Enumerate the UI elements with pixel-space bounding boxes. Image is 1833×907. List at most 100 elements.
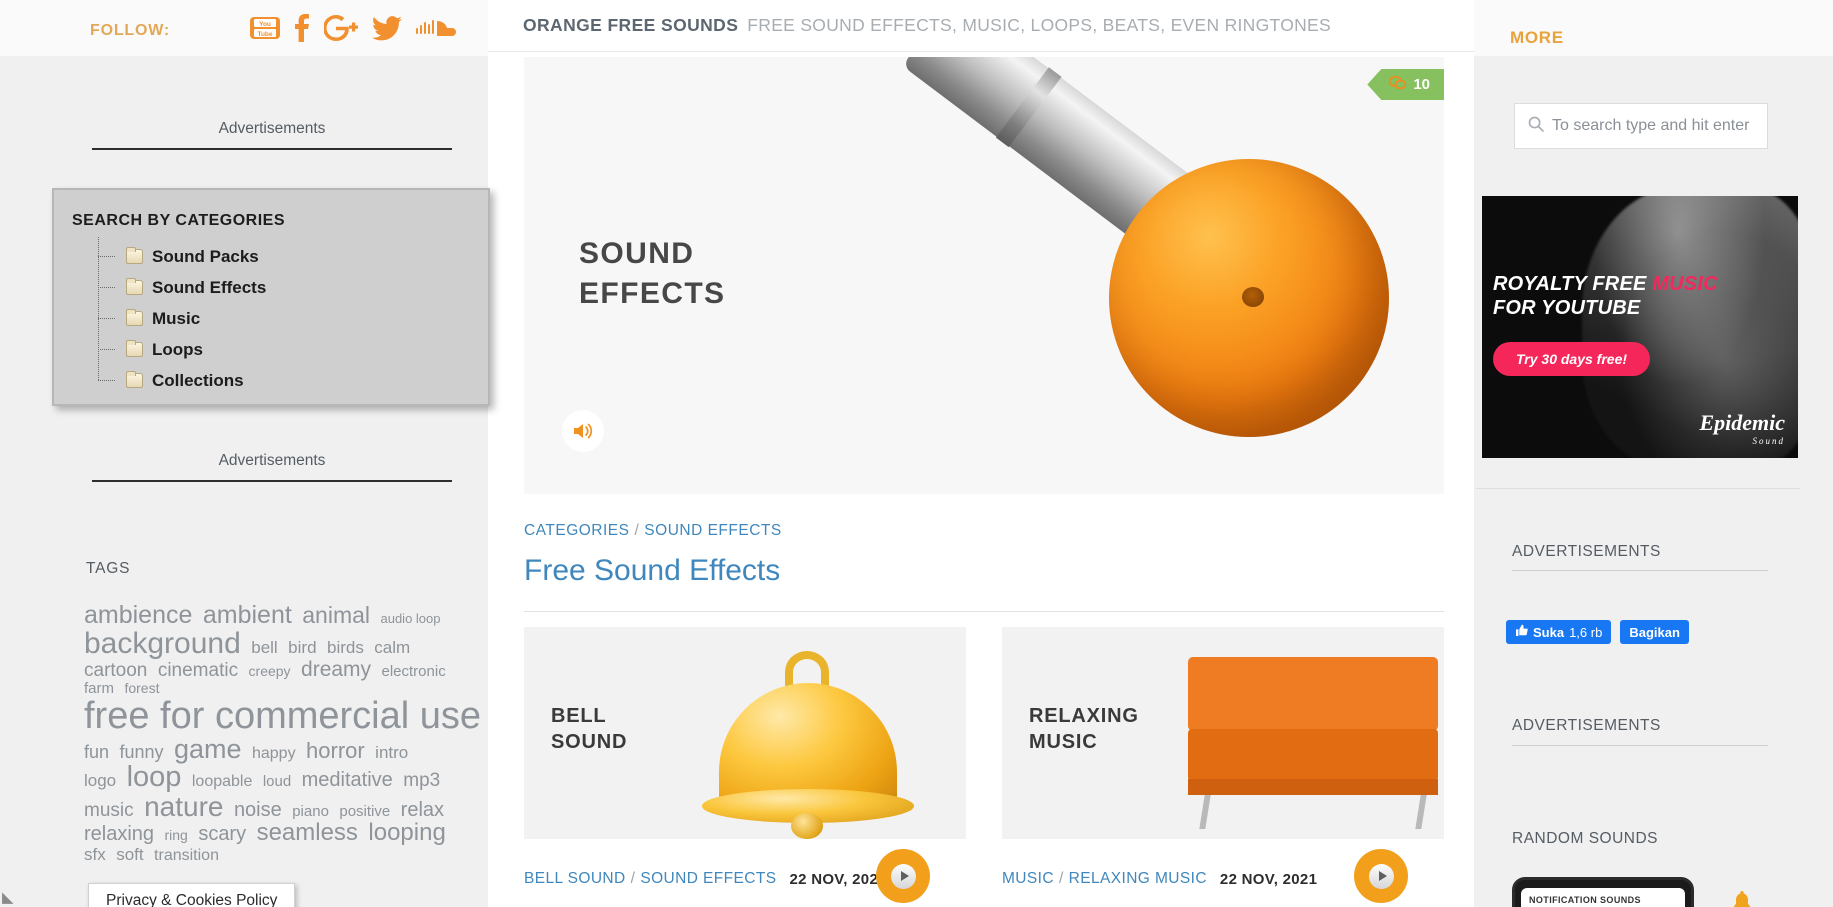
thumbnail-caption: RELAXING MUSIC [1029, 705, 1139, 753]
tag-link[interactable]: nature [144, 791, 223, 822]
random-sound-thumbnail[interactable]: NOTIFICATION SOUNDS [1512, 877, 1694, 907]
tag-link[interactable]: meditative [302, 769, 393, 791]
category-item-loops[interactable]: Loops [98, 334, 488, 365]
category-item-music[interactable]: Music [98, 303, 488, 334]
facebook-like-count: 1,6 rb [1569, 624, 1603, 640]
tag-link[interactable]: transition [154, 847, 219, 864]
tag-link[interactable]: looping [368, 819, 445, 846]
tag-link[interactable]: electronic [382, 663, 446, 680]
card-date: 22 NOV, 2021 [789, 870, 887, 888]
card-thumbnail[interactable]: BELL SOUND [524, 627, 966, 839]
tag-link[interactable]: cartoon [84, 660, 147, 681]
tag-link[interactable]: audio loop [380, 611, 440, 626]
category-label: Collections [152, 370, 244, 390]
tag-link[interactable]: animal [302, 602, 370, 628]
tag-link[interactable]: ambience [84, 601, 192, 629]
card-relaxing-music: RELAXING MUSIC MUSIC / RELAXING MUSIC 22 N… [1002, 627, 1444, 905]
epidemic-sound-ad[interactable]: ROYALTY FREE MUSIC FOR YOUTUBE Try 30 da… [1482, 196, 1798, 458]
category-item-sound-effects[interactable]: Sound Effects [98, 272, 488, 303]
tag-link[interactable]: funny [119, 742, 163, 762]
card-date: 22 NOV, 2021 [1219, 870, 1318, 888]
twitter-icon[interactable] [372, 15, 402, 45]
tag-link[interactable]: soft [116, 845, 143, 864]
tag-link[interactable]: relax [401, 799, 444, 821]
facebook-like-button[interactable]: Suka 1,6 rb [1506, 620, 1612, 644]
category-label: Music [152, 308, 201, 328]
tag-link[interactable]: background [84, 627, 241, 660]
page-title: Free Sound Effects [524, 554, 781, 587]
tag-link[interactable]: seamless [257, 819, 358, 846]
tag-link[interactable]: logo [84, 771, 116, 790]
search-by-categories-panel: SEARCH BY CATEGORIES Sound Packs Sound E… [52, 188, 490, 406]
breadcrumb-sound-effects[interactable]: SOUND EFFECTS [644, 522, 781, 539]
tag-link[interactable]: free for commercial use [84, 695, 481, 737]
facebook-share-button[interactable]: Bagikan [1620, 620, 1689, 644]
search-box[interactable] [1514, 103, 1768, 149]
ad-brand-logo: Epidemic Sound [1699, 410, 1785, 446]
bell-icon [1732, 890, 1752, 907]
googleplus-icon[interactable] [323, 15, 358, 45]
ad-cta-button[interactable]: Try 30 days free! [1493, 342, 1651, 376]
tag-link[interactable]: cinematic [158, 660, 238, 681]
tag-link[interactable]: game [174, 734, 242, 764]
category-item-collections[interactable]: Collections [98, 365, 488, 396]
tag-link[interactable]: intro [375, 743, 408, 762]
card-link-secondary[interactable]: SOUND EFFECTS [640, 870, 776, 887]
tag-link[interactable]: loud [263, 773, 291, 790]
tag-link[interactable]: dreamy [301, 658, 371, 681]
card-link-secondary[interactable]: RELAXING MUSIC [1069, 870, 1207, 887]
tag-link[interactable]: birds [327, 638, 364, 657]
tag-link[interactable]: noise [234, 799, 282, 821]
youtube-icon[interactable]: You Tube [250, 17, 280, 43]
tag-link[interactable]: loop [127, 761, 182, 793]
tag-link[interactable]: music [84, 800, 134, 821]
cookie-policy-tooltip[interactable]: Privacy & Cookies Policy [88, 883, 296, 907]
card-link-primary[interactable]: BELL SOUND [524, 870, 626, 887]
random-sounds-title: RANDOM SOUNDS [1512, 830, 1659, 847]
hero-image[interactable]: SOUND EFFECTS 10 [524, 57, 1444, 494]
tag-link[interactable]: horror [306, 738, 365, 763]
ads-divider-top [92, 148, 452, 150]
tag-link[interactable]: bell [251, 638, 277, 657]
tag-link[interactable]: happy [252, 745, 296, 762]
comment-count-badge[interactable]: 10 [1367, 69, 1444, 100]
breadcrumb-categories[interactable]: CATEGORIES [524, 522, 629, 539]
site-name[interactable]: ORANGE FREE SOUNDS [523, 15, 738, 36]
tag-link[interactable]: loopable [192, 773, 253, 790]
tag-link[interactable]: ambient [203, 601, 292, 629]
play-button[interactable] [876, 849, 930, 903]
tag-link[interactable]: ring [165, 827, 188, 843]
speaker-icon[interactable] [562, 410, 604, 452]
tag-link[interactable]: calm [374, 638, 410, 657]
tag-link[interactable]: fun [84, 742, 109, 762]
category-label: Sound Packs [152, 246, 259, 266]
tag-link[interactable]: sfx [84, 845, 106, 864]
play-button[interactable] [1354, 849, 1408, 903]
category-label: Sound Effects [152, 277, 267, 297]
more-label[interactable]: MORE [1510, 28, 1564, 48]
tag-link[interactable]: relaxing [84, 823, 154, 845]
search-input[interactable] [1552, 117, 1767, 135]
folder-icon [126, 247, 143, 264]
card-thumbnail[interactable]: RELAXING MUSIC [1002, 627, 1444, 839]
tag-link[interactable]: positive [339, 803, 390, 820]
card-link-primary[interactable]: MUSIC [1002, 870, 1054, 887]
search-icon [1528, 116, 1544, 137]
ad-headline-highlight: MUSIC [1652, 273, 1718, 295]
ads-label-bottom: Advertisements [218, 452, 326, 469]
soundcloud-icon[interactable] [416, 17, 458, 43]
tag-link[interactable]: forest [124, 680, 159, 696]
tag-link[interactable]: mp3 [403, 770, 440, 791]
category-item-sound-packs[interactable]: Sound Packs [98, 241, 488, 272]
category-label: Loops [152, 339, 203, 359]
comment-count: 10 [1413, 76, 1430, 93]
tag-link[interactable]: bird [288, 638, 316, 657]
orange-stem [1242, 287, 1264, 307]
facebook-icon[interactable] [294, 14, 310, 46]
svg-text:Tube: Tube [257, 31, 272, 38]
site-title-bar: ORANGE FREE SOUNDS FREE SOUND EFFECTS, M… [488, 0, 1474, 52]
tag-link[interactable]: scary [198, 823, 246, 845]
tag-link[interactable]: farm [84, 680, 114, 697]
tag-link[interactable]: piano [292, 803, 329, 820]
tag-link[interactable]: creepy [249, 663, 291, 679]
